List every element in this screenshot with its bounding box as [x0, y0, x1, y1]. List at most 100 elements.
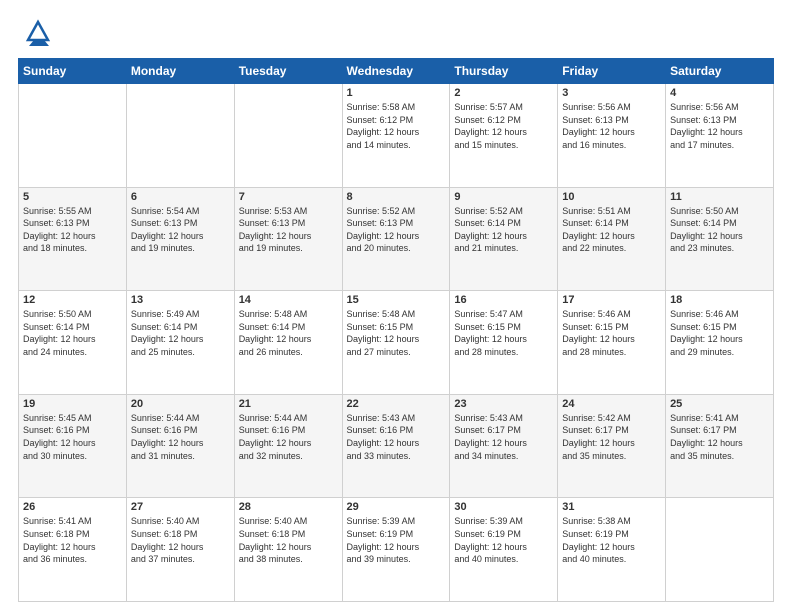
calendar-cell: 7 Sunrise: 5:53 AM Sunset: 6:13 PM Daylig…: [234, 187, 342, 291]
day-info: Sunrise: 5:50 AM Sunset: 6:14 PM Dayligh…: [23, 308, 122, 358]
day-number: 6: [131, 191, 230, 203]
day-info: Sunrise: 5:40 AM Sunset: 6:18 PM Dayligh…: [131, 515, 230, 565]
weekday-header: Saturday: [666, 59, 774, 84]
day-info: Sunrise: 5:46 AM Sunset: 6:15 PM Dayligh…: [562, 308, 661, 358]
calendar-cell: 6 Sunrise: 5:54 AM Sunset: 6:13 PM Daylig…: [126, 187, 234, 291]
day-number: 28: [239, 501, 338, 513]
day-info: Sunrise: 5:50 AM Sunset: 6:14 PM Dayligh…: [670, 205, 769, 255]
day-info: Sunrise: 5:42 AM Sunset: 6:17 PM Dayligh…: [562, 412, 661, 462]
weekday-header: Wednesday: [342, 59, 450, 84]
calendar-cell: [19, 84, 127, 188]
day-number: 13: [131, 294, 230, 306]
calendar-cell: 19 Sunrise: 5:45 AM Sunset: 6:16 PM Dayli…: [19, 394, 127, 498]
day-number: 19: [23, 398, 122, 410]
day-info: Sunrise: 5:45 AM Sunset: 6:16 PM Dayligh…: [23, 412, 122, 462]
calendar-cell: 28 Sunrise: 5:40 AM Sunset: 6:18 PM Dayli…: [234, 498, 342, 602]
day-info: Sunrise: 5:41 AM Sunset: 6:18 PM Dayligh…: [23, 515, 122, 565]
calendar-cell: 18Sunrise: 5:46 AM Sunset: 6:15 PM Dayli…: [666, 291, 774, 395]
page: SundayMondayTuesdayWednesdayThursdayFrid…: [0, 0, 792, 612]
day-info: Sunrise: 5:58 AM Sunset: 6:12 PM Dayligh…: [347, 101, 446, 151]
day-info: Sunrise: 5:48 AM Sunset: 6:14 PM Dayligh…: [239, 308, 338, 358]
calendar-cell: 30 Sunrise: 5:39 AM Sunset: 6:19 PM Dayli…: [450, 498, 558, 602]
weekday-header: Tuesday: [234, 59, 342, 84]
calendar-cell: 23 Sunrise: 5:43 AM Sunset: 6:17 PM Dayli…: [450, 394, 558, 498]
calendar-cell: [666, 498, 774, 602]
day-info: Sunrise: 5:52 AM Sunset: 6:14 PM Dayligh…: [454, 205, 553, 255]
day-number: 11: [670, 191, 769, 203]
day-info: Sunrise: 5:41 AM Sunset: 6:17 PM Dayligh…: [670, 412, 769, 462]
calendar-cell: [126, 84, 234, 188]
day-number: 10: [562, 191, 661, 203]
weekday-header: Friday: [558, 59, 666, 84]
day-number: 30: [454, 501, 553, 513]
day-info: Sunrise: 5:51 AM Sunset: 6:14 PM Dayligh…: [562, 205, 661, 255]
day-info: Sunrise: 5:44 AM Sunset: 6:16 PM Dayligh…: [131, 412, 230, 462]
calendar-cell: 10 Sunrise: 5:51 AM Sunset: 6:14 PM Dayli…: [558, 187, 666, 291]
day-info: Sunrise: 5:38 AM Sunset: 6:19 PM Dayligh…: [562, 515, 661, 565]
weekday-header: Monday: [126, 59, 234, 84]
day-info: Sunrise: 5:55 AM Sunset: 6:13 PM Dayligh…: [23, 205, 122, 255]
day-number: 14: [239, 294, 338, 306]
day-info: Sunrise: 5:56 AM Sunset: 6:13 PM Dayligh…: [562, 101, 661, 151]
day-info: Sunrise: 5:48 AM Sunset: 6:15 PM Dayligh…: [347, 308, 446, 358]
calendar-cell: 27 Sunrise: 5:40 AM Sunset: 6:18 PM Dayli…: [126, 498, 234, 602]
day-number: 25: [670, 398, 769, 410]
day-info: Sunrise: 5:39 AM Sunset: 6:19 PM Dayligh…: [347, 515, 446, 565]
day-number: 20: [131, 398, 230, 410]
day-number: 2: [454, 87, 553, 99]
day-info: Sunrise: 5:54 AM Sunset: 6:13 PM Dayligh…: [131, 205, 230, 255]
day-info: Sunrise: 5:39 AM Sunset: 6:19 PM Dayligh…: [454, 515, 553, 565]
day-number: 18: [670, 294, 769, 306]
calendar-cell: 4 Sunrise: 5:56 AM Sunset: 6:13 PM Daylig…: [666, 84, 774, 188]
day-number: 7: [239, 191, 338, 203]
day-info: Sunrise: 5:52 AM Sunset: 6:13 PM Dayligh…: [347, 205, 446, 255]
calendar-cell: 24 Sunrise: 5:42 AM Sunset: 6:17 PM Dayli…: [558, 394, 666, 498]
day-info: Sunrise: 5:47 AM Sunset: 6:15 PM Dayligh…: [454, 308, 553, 358]
calendar-cell: 26 Sunrise: 5:41 AM Sunset: 6:18 PM Dayli…: [19, 498, 127, 602]
day-number: 5: [23, 191, 122, 203]
calendar-cell: 22 Sunrise: 5:43 AM Sunset: 6:16 PM Dayli…: [342, 394, 450, 498]
calendar-cell: 11 Sunrise: 5:50 AM Sunset: 6:14 PM Dayli…: [666, 187, 774, 291]
day-number: 26: [23, 501, 122, 513]
day-number: 21: [239, 398, 338, 410]
day-info: Sunrise: 5:43 AM Sunset: 6:16 PM Dayligh…: [347, 412, 446, 462]
calendar-cell: 3Sunrise: 5:56 AM Sunset: 6:13 PM Daylig…: [558, 84, 666, 188]
day-number: 16: [454, 294, 553, 306]
day-number: 15: [347, 294, 446, 306]
day-info: Sunrise: 5:43 AM Sunset: 6:17 PM Dayligh…: [454, 412, 553, 462]
logo: [18, 18, 52, 46]
day-number: 27: [131, 501, 230, 513]
logo-icon: [24, 18, 52, 46]
day-number: 31: [562, 501, 661, 513]
calendar-cell: 31 Sunrise: 5:38 AM Sunset: 6:19 PM Dayli…: [558, 498, 666, 602]
calendar-cell: 2 Sunrise: 5:57 AM Sunset: 6:12 PM Daylig…: [450, 84, 558, 188]
day-number: 22: [347, 398, 446, 410]
calendar-cell: 17Sunrise: 5:46 AM Sunset: 6:15 PM Dayli…: [558, 291, 666, 395]
day-number: 23: [454, 398, 553, 410]
header: [18, 18, 774, 46]
calendar-cell: 21 Sunrise: 5:44 AM Sunset: 6:16 PM Dayli…: [234, 394, 342, 498]
calendar-cell: 13Sunrise: 5:49 AM Sunset: 6:14 PM Dayli…: [126, 291, 234, 395]
calendar-cell: 29 Sunrise: 5:39 AM Sunset: 6:19 PM Dayli…: [342, 498, 450, 602]
day-number: 29: [347, 501, 446, 513]
calendar-cell: [234, 84, 342, 188]
weekday-header: Sunday: [19, 59, 127, 84]
day-number: 4: [670, 87, 769, 99]
day-number: 8: [347, 191, 446, 203]
calendar-cell: 25 Sunrise: 5:41 AM Sunset: 6:17 PM Dayli…: [666, 394, 774, 498]
day-number: 1: [347, 87, 446, 99]
day-number: 12: [23, 294, 122, 306]
day-info: Sunrise: 5:44 AM Sunset: 6:16 PM Dayligh…: [239, 412, 338, 462]
day-number: 9: [454, 191, 553, 203]
day-info: Sunrise: 5:57 AM Sunset: 6:12 PM Dayligh…: [454, 101, 553, 151]
day-info: Sunrise: 5:56 AM Sunset: 6:13 PM Dayligh…: [670, 101, 769, 151]
day-number: 24: [562, 398, 661, 410]
calendar-cell: 16 Sunrise: 5:47 AM Sunset: 6:15 PM Dayli…: [450, 291, 558, 395]
calendar-cell: 20 Sunrise: 5:44 AM Sunset: 6:16 PM Dayli…: [126, 394, 234, 498]
day-info: Sunrise: 5:53 AM Sunset: 6:13 PM Dayligh…: [239, 205, 338, 255]
calendar-cell: 9 Sunrise: 5:52 AM Sunset: 6:14 PM Daylig…: [450, 187, 558, 291]
calendar-cell: 15 Sunrise: 5:48 AM Sunset: 6:15 PM Dayli…: [342, 291, 450, 395]
weekday-header: Thursday: [450, 59, 558, 84]
day-info: Sunrise: 5:40 AM Sunset: 6:18 PM Dayligh…: [239, 515, 338, 565]
calendar-table: SundayMondayTuesdayWednesdayThursdayFrid…: [18, 58, 774, 602]
